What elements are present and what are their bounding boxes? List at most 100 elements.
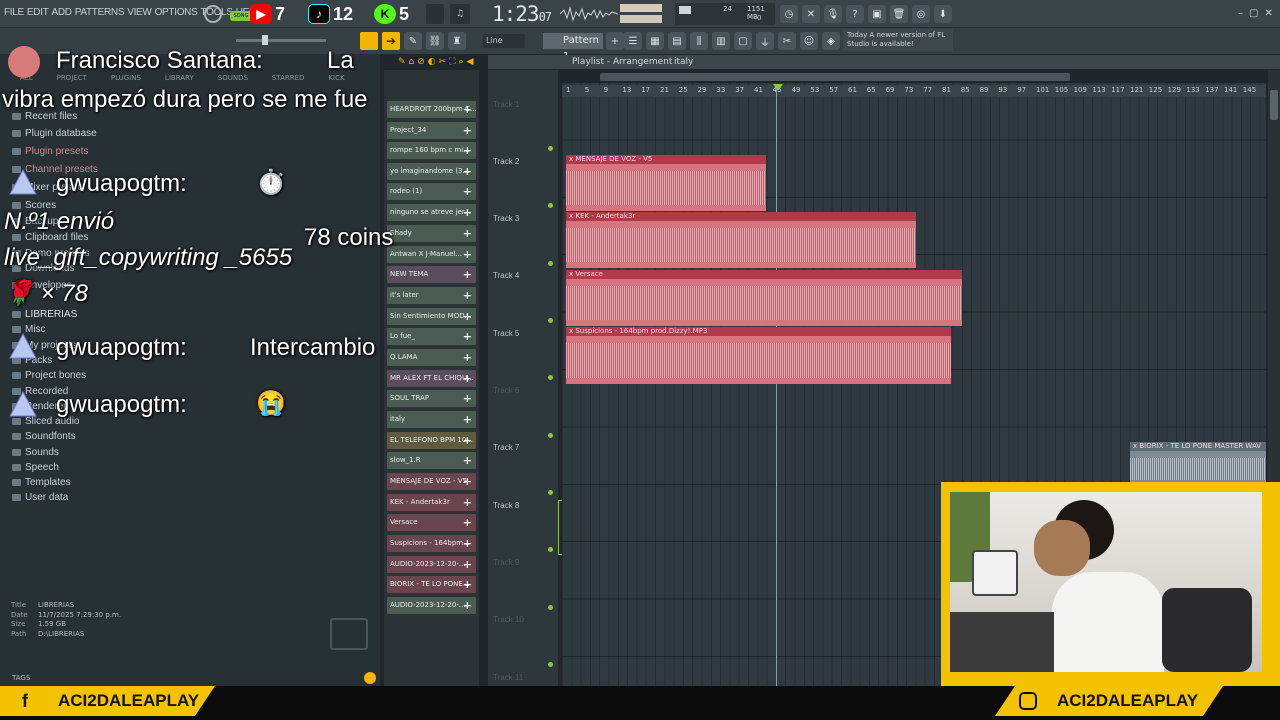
- menu-file[interactable]: FILE: [4, 7, 24, 18]
- channel-item[interactable]: it's later +: [387, 287, 476, 304]
- track-mute-led[interactable]: [548, 547, 553, 552]
- add-icon[interactable]: +: [463, 287, 472, 304]
- add-icon[interactable]: +: [463, 349, 472, 366]
- track-mute-led[interactable]: [548, 261, 553, 266]
- add-icon[interactable]: +: [463, 204, 472, 221]
- menu-add[interactable]: ADD: [52, 7, 73, 18]
- channel-item[interactable]: Antwan X J-Manuel... +: [387, 246, 476, 263]
- add-icon[interactable]: +: [463, 266, 472, 283]
- browser-item-project-bones[interactable]: Project bones: [12, 370, 86, 381]
- audio-clip[interactable]: x MENSAJE DE VOZ - V5: [566, 155, 766, 211]
- add-icon[interactable]: +: [463, 308, 472, 325]
- add-icon[interactable]: +: [463, 328, 472, 345]
- track-11-label[interactable]: Track 11: [493, 673, 523, 682]
- add-icon[interactable]: +: [463, 514, 472, 531]
- channel-item[interactable]: Project_34 +: [387, 122, 476, 139]
- metronome-icon[interactable]: ◷: [780, 5, 798, 23]
- channel-item[interactable]: SOUL TRAP +: [387, 390, 476, 407]
- add-icon[interactable]: +: [463, 101, 472, 118]
- channel-item[interactable]: ninguno se atreve jer... +: [387, 204, 476, 221]
- channel-item[interactable]: Q.LAMA +: [387, 349, 476, 366]
- add-icon[interactable]: +: [463, 183, 472, 200]
- master-slider-handle[interactable]: [262, 35, 268, 45]
- playhead-marker-icon[interactable]: [773, 84, 783, 91]
- track-mute-led[interactable]: [548, 605, 553, 610]
- playlist-breadcrumb[interactable]: italy: [674, 55, 693, 69]
- add-icon[interactable]: +: [463, 370, 472, 387]
- browser-item-plugin-database[interactable]: Plugin database: [12, 128, 97, 139]
- channel-rack-icon[interactable]: ▤: [668, 32, 686, 50]
- track-2-label[interactable]: Track 2: [493, 157, 519, 166]
- add-icon[interactable]: +: [463, 576, 472, 593]
- channel-item[interactable]: Versace +: [387, 514, 476, 531]
- search-icon[interactable]: [364, 672, 376, 684]
- add-icon[interactable]: +: [463, 390, 472, 407]
- tools-icon[interactable]: ✂: [778, 32, 796, 50]
- add-icon[interactable]: +: [463, 411, 472, 428]
- add-icon[interactable]: +: [463, 246, 472, 263]
- track-6-label[interactable]: Track 6: [493, 386, 519, 395]
- channel-item[interactable]: EL TELEFONO BPM 10... +: [387, 432, 476, 449]
- browser-item-plugin-presets[interactable]: Plugin presets: [12, 146, 88, 157]
- channel-item[interactable]: MENSAJE DE VOZ - V5 +: [387, 473, 476, 490]
- track-7-label[interactable]: Track 7: [493, 443, 519, 452]
- audio-clip[interactable]: x Suspicions - 164bpm prod.Dizzy!.MP3: [566, 327, 951, 384]
- master-slider[interactable]: [236, 39, 326, 42]
- track-3-label[interactable]: Track 3: [493, 214, 519, 223]
- timeline-ruler[interactable]: 1 5 9 13 17 21 25 29 33 37 41 45 49 53 57 61 65 69 73 77 81 8…: [562, 85, 1266, 97]
- track-9-label[interactable]: Track 9: [493, 558, 519, 567]
- channel-item[interactable]: italy +: [387, 411, 476, 428]
- add-icon[interactable]: +: [463, 432, 472, 449]
- channel-item[interactable]: AUDIO-2023-12-20-... +: [387, 597, 476, 614]
- add-icon[interactable]: +: [463, 452, 472, 469]
- scrollbar-thumb[interactable]: [1270, 90, 1278, 120]
- track-10-label[interactable]: Track 10: [493, 615, 524, 624]
- add-pattern-icon[interactable]: +: [606, 32, 624, 50]
- snap-icon[interactable]: [360, 32, 378, 50]
- audio-clip[interactable]: x BIORIX - TE LO PONE MASTER WAV: [1130, 442, 1266, 486]
- add-icon[interactable]: +: [463, 535, 472, 552]
- track-1-label[interactable]: Track 1: [493, 100, 519, 109]
- song-time-display[interactable]: 1:2307: [492, 2, 552, 26]
- track-8-label[interactable]: Track 8: [493, 501, 519, 510]
- song-mode-toggle[interactable]: SONG: [230, 11, 252, 21]
- plugin-icon[interactable]: ▢: [734, 32, 752, 50]
- add-icon[interactable]: +: [463, 163, 472, 180]
- add-icon[interactable]: +: [463, 225, 472, 242]
- arrow-icon[interactable]: ➔: [382, 32, 400, 50]
- browser-item-templates[interactable]: Templates: [12, 477, 71, 488]
- menu-view[interactable]: VIEW: [127, 7, 152, 18]
- track-5-label[interactable]: Track 5: [493, 329, 519, 338]
- track-mute-led[interactable]: [548, 662, 553, 667]
- browser-icon[interactable]: ▥: [712, 32, 730, 50]
- channel-item[interactable]: Sin Sentimiento MOD... +: [387, 308, 476, 325]
- channel-item[interactable]: AUDIO-2023-12-20-... +: [387, 556, 476, 573]
- channel-item[interactable]: MR ALEX FT EL CHIQU... +: [387, 370, 476, 387]
- channel-item[interactable]: Suspicions - 164bpm... +: [387, 535, 476, 552]
- window-controls[interactable]: –▢✕: [1238, 8, 1279, 19]
- pencil-icon[interactable]: ✎: [404, 32, 422, 50]
- audio-clip[interactable]: x KEK - Andertak3r: [566, 212, 916, 268]
- master-knob[interactable]: [204, 5, 222, 23]
- person-icon[interactable]: ☺: [800, 32, 818, 50]
- help-icon[interactable]: ?: [846, 5, 864, 23]
- pattern-song-selector[interactable]: [426, 4, 444, 24]
- chat-icon[interactable]: ◎: [912, 5, 930, 23]
- piano-roll-icon[interactable]: ▦: [646, 32, 664, 50]
- channel-item[interactable]: Lo fue_ +: [387, 328, 476, 345]
- snap-select[interactable]: Line: [483, 34, 525, 48]
- track-mute-led[interactable]: [548, 375, 553, 380]
- channel-item[interactable]: Shady +: [387, 225, 476, 242]
- track-mute-led[interactable]: [548, 146, 553, 151]
- download-icon[interactable]: ⬇: [934, 5, 952, 23]
- horizontal-scrollbar[interactable]: [600, 73, 1070, 81]
- track-mute-led[interactable]: [548, 318, 553, 323]
- add-icon[interactable]: +: [463, 597, 472, 614]
- mixer-icon[interactable]: ⫼: [690, 32, 708, 50]
- playlist-icon[interactable]: ☰: [624, 32, 642, 50]
- plug-icon[interactable]: ⏚: [756, 32, 774, 50]
- update-notice[interactable]: Today A newer version of FL Studio is av…: [843, 29, 953, 51]
- pattern-selector[interactable]: Pattern 1: [543, 33, 603, 62]
- channel-item[interactable]: yo imaginandome (3... +: [387, 163, 476, 180]
- add-icon[interactable]: +: [463, 556, 472, 573]
